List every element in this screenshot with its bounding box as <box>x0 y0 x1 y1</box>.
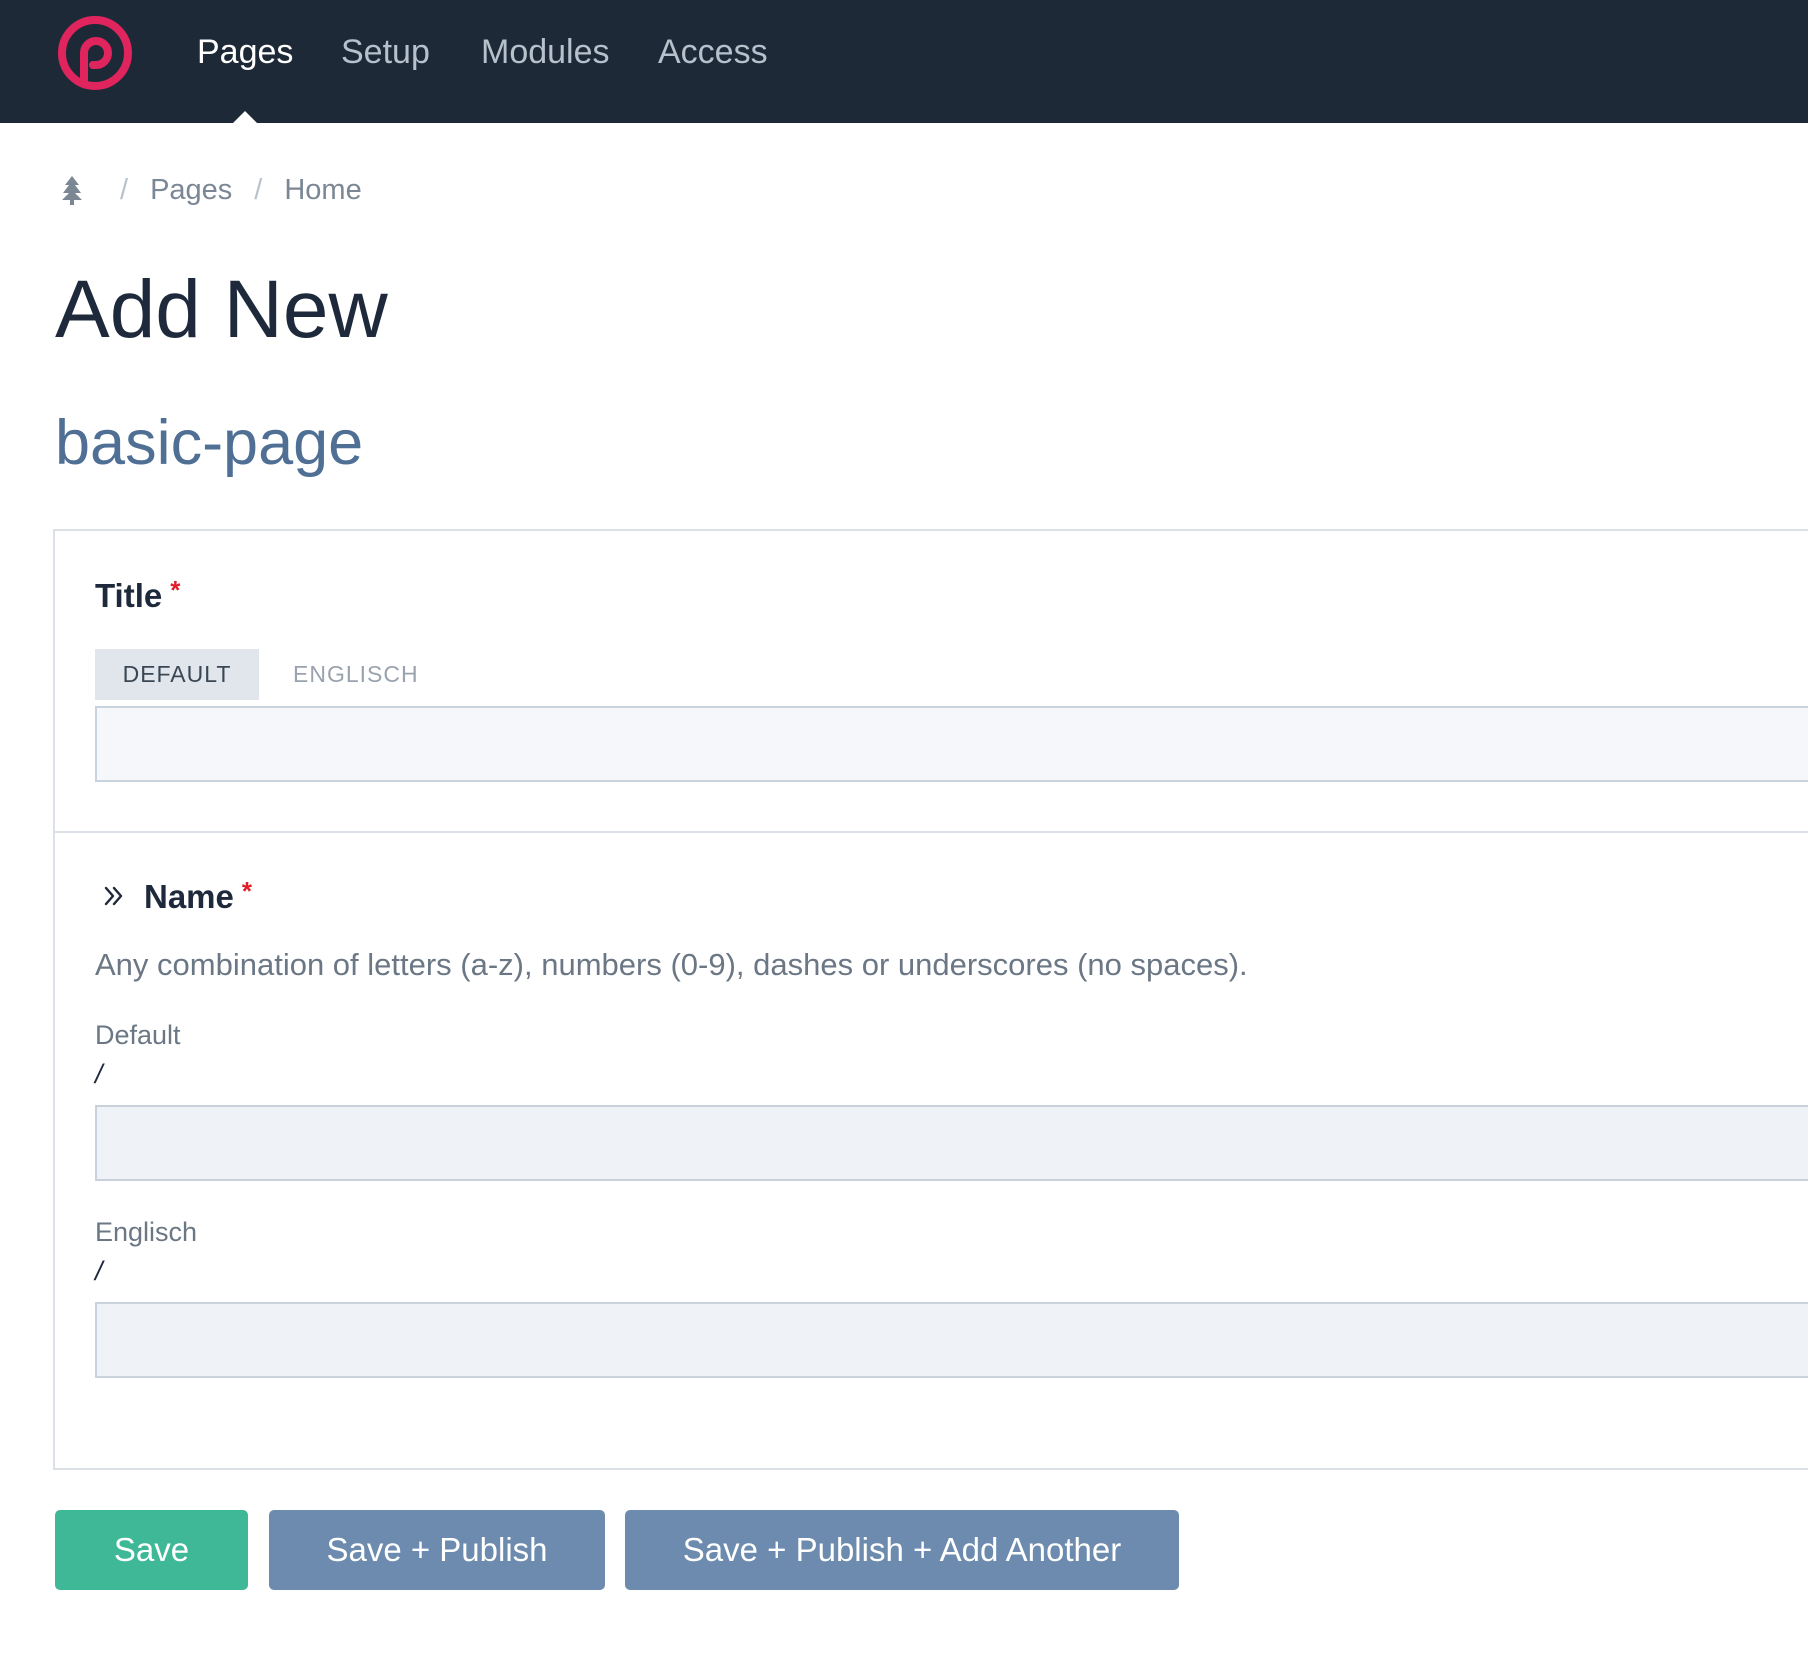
name-field-label: Name * <box>144 876 253 916</box>
processwire-logo-icon[interactable] <box>55 13 135 93</box>
nav-item-setup[interactable]: Setup <box>341 30 430 74</box>
name-label-text: Name <box>144 878 234 915</box>
tree-icon[interactable] <box>60 175 84 205</box>
tab-default[interactable]: DEFAULT <box>95 649 259 700</box>
template-name: basic-page <box>55 408 364 478</box>
breadcrumb-item-pages[interactable]: Pages <box>150 174 232 207</box>
save-publish-add-another-button[interactable]: Save + Publish + Add Another <box>625 1510 1179 1590</box>
active-nav-indicator <box>233 111 257 123</box>
required-marker: * <box>241 876 253 906</box>
nav-item-pages[interactable]: Pages <box>197 30 293 74</box>
name-language-label-default: Default <box>95 1020 181 1050</box>
url-prefix: / <box>95 1256 103 1286</box>
field-divider <box>55 831 1808 833</box>
breadcrumb-item-home[interactable]: Home <box>284 174 361 207</box>
title-field-label: Title * <box>95 575 181 615</box>
breadcrumb-separator: / <box>120 173 129 206</box>
title-label-text: Title <box>95 577 163 614</box>
page-form: Title * DEFAULT ENGLISCH Name * Any combin… <box>53 529 1808 1470</box>
nav-item-access[interactable]: Access <box>658 30 768 74</box>
nav-item-modules[interactable]: Modules <box>481 30 610 74</box>
page-title: Add New <box>55 264 388 355</box>
breadcrumb: / Pages / Home <box>60 170 362 210</box>
breadcrumb-separator: / <box>254 173 263 206</box>
save-publish-button[interactable]: Save + Publish <box>269 1510 605 1590</box>
top-navigation-bar: Pages Setup Modules Access <box>0 0 1808 123</box>
tab-englisch[interactable]: ENGLISCH <box>293 649 419 700</box>
double-chevron-right-icon[interactable] <box>103 885 125 907</box>
name-field-description: Any combination of letters (a-z), number… <box>95 947 1248 982</box>
name-input-englisch[interactable] <box>95 1302 1808 1378</box>
name-input-default[interactable] <box>95 1105 1808 1181</box>
name-language-label-englisch: Englisch <box>95 1217 198 1247</box>
required-marker: * <box>170 575 181 605</box>
title-input[interactable] <box>95 706 1808 782</box>
url-prefix: / <box>95 1059 103 1089</box>
save-button[interactable]: Save <box>55 1510 248 1590</box>
